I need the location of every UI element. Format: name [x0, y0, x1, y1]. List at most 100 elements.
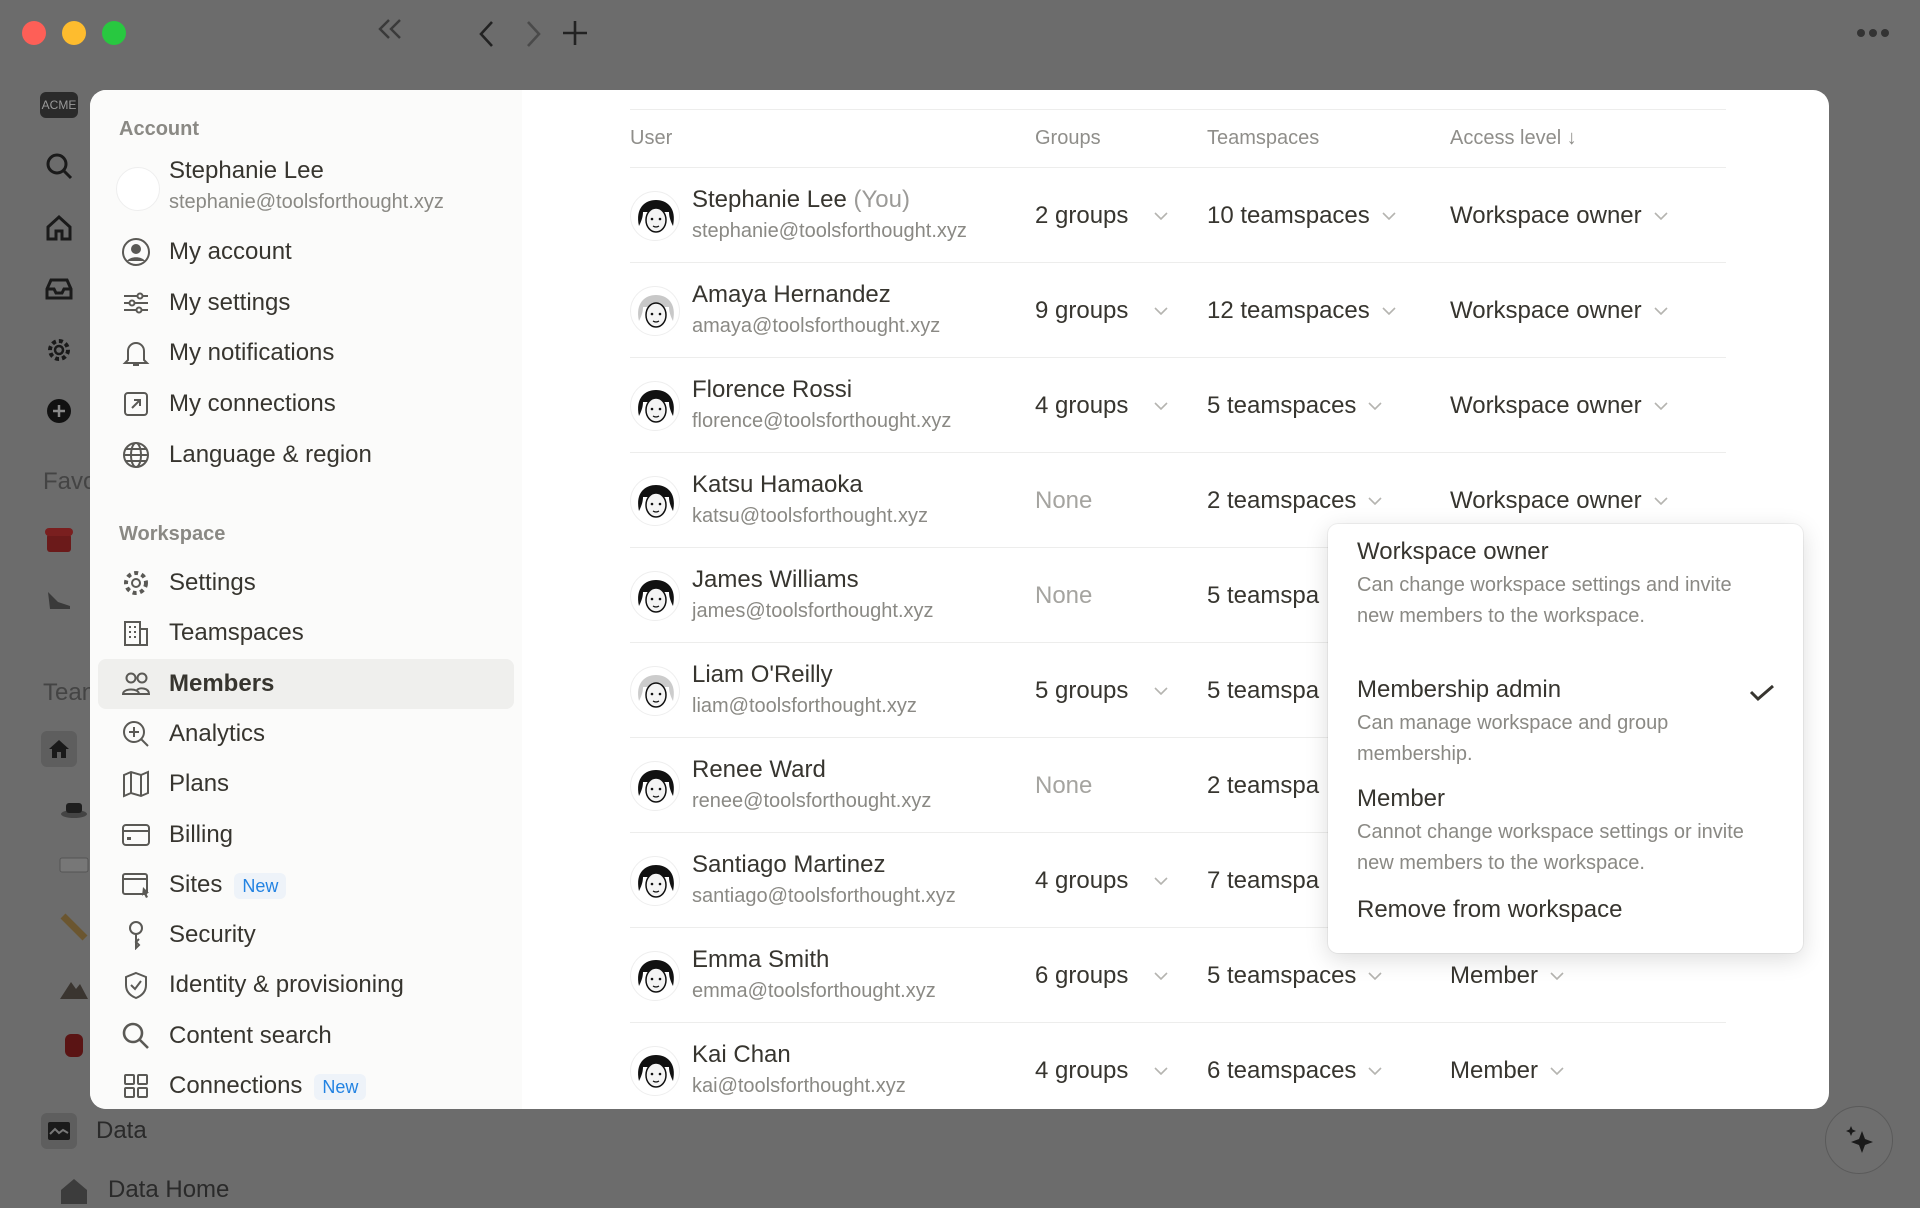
sidebar-item-label: My connections	[169, 390, 336, 418]
access-level-value: Member	[1450, 962, 1539, 989]
inbox-icon[interactable]	[41, 271, 77, 307]
access-level-dropdown-trigger[interactable]: Workspace owner	[1450, 392, 1668, 420]
teamspaces-value: 5 teamspa	[1207, 582, 1320, 609]
sidebar-item-my-settings[interactable]: My settings	[98, 278, 514, 329]
sidebar-item-members[interactable]: Members	[98, 658, 514, 709]
access-level-dropdown-trigger[interactable]: Member	[1450, 962, 1564, 990]
groups-dropdown[interactable]: 2 groups	[1035, 202, 1168, 230]
avatar	[630, 476, 680, 526]
name-text: Katsu Hamaoka	[692, 471, 863, 498]
chevron-down-icon	[1368, 402, 1382, 410]
groups-value: None	[1035, 582, 1093, 609]
collapse-sidebar-icon[interactable]	[376, 18, 404, 40]
teamspaces-dropdown[interactable]: 2 teamspa	[1207, 772, 1345, 800]
home-icon[interactable]	[41, 210, 77, 246]
user-circle-icon	[118, 234, 154, 270]
back-icon[interactable]	[478, 20, 496, 48]
member-email: stephanie@toolsforthought.xyz	[692, 220, 967, 242]
teamspaces-value: 5 teamspa	[1207, 677, 1320, 704]
member-email: florence@toolsforthought.xyz	[692, 410, 952, 432]
option-title: Membership admin	[1357, 676, 1562, 703]
sidebar-item-label: My account	[169, 238, 292, 266]
close-window-button[interactable]	[22, 21, 46, 45]
sliders-icon	[118, 285, 154, 321]
groups-dropdown[interactable]: 6 groups	[1035, 962, 1168, 990]
access-level-dropdown-trigger[interactable]: Workspace owner	[1450, 202, 1668, 230]
zoom-window-button[interactable]	[102, 21, 126, 45]
member-name: James Williams	[692, 566, 859, 594]
teamspaces-label: Tean	[43, 679, 96, 706]
teamspace-home-icon[interactable]	[41, 731, 77, 767]
name-text: Santiago Martinez	[692, 851, 886, 878]
member-email: amaya@toolsforthought.xyz	[692, 315, 941, 337]
teamspaces-dropdown[interactable]: 5 teamspaces	[1207, 962, 1382, 990]
sidebar-item-analytics[interactable]: Analytics	[98, 709, 514, 759]
sidebar-item-billing[interactable]: Billing	[98, 809, 514, 859]
option-workspace-owner[interactable]: Workspace owner Can change workspace set…	[1357, 538, 1757, 631]
sidebar-item-plans[interactable]: Plans	[98, 759, 514, 809]
access-level-value: Workspace owner	[1450, 487, 1642, 514]
groups-dropdown[interactable]: 5 groups	[1035, 677, 1168, 705]
sidebar-item-my-notifications[interactable]: My notifications	[98, 328, 514, 379]
sidebar-item-connections[interactable]: Connections New	[98, 1061, 514, 1109]
new-tab-icon[interactable]	[562, 20, 588, 46]
sidebar-item-settings[interactable]: Settings	[98, 558, 514, 608]
chevron-down-icon	[1368, 1067, 1382, 1075]
teamspaces-dropdown[interactable]: 5 teamspa	[1207, 677, 1345, 705]
mountain-icon[interactable]	[56, 971, 92, 1007]
groups-dropdown[interactable]: 4 groups	[1035, 867, 1168, 895]
sidebar-item-security[interactable]: Security	[98, 910, 514, 960]
groups-dropdown[interactable]: 4 groups	[1035, 1057, 1168, 1085]
more-options-icon[interactable]	[1856, 28, 1890, 38]
label-text: Connections	[169, 1072, 303, 1100]
access-level-dropdown-trigger[interactable]: Workspace owner	[1450, 487, 1668, 515]
avatar	[630, 856, 680, 906]
access-level-dropdown-trigger[interactable]: Member	[1450, 1057, 1564, 1085]
backpack-icon[interactable]	[56, 1026, 92, 1062]
sidebar-item-sites[interactable]: Sites New	[98, 860, 514, 910]
gear-icon[interactable]	[41, 332, 77, 368]
column-header-teamspaces[interactable]: Teamspaces	[1207, 127, 1319, 150]
column-header-access-level[interactable]: Access level ↓	[1450, 127, 1577, 150]
teamspaces-dropdown[interactable]: 2 teamspaces	[1207, 487, 1382, 515]
sidebar-item-content-search[interactable]: Content search	[98, 1011, 514, 1061]
teamspaces-dropdown[interactable]: 12 teamspaces	[1207, 297, 1396, 325]
coffee-icon[interactable]	[56, 791, 92, 827]
sidebar-item-language-region[interactable]: Language & region	[98, 429, 514, 480]
teamspaces-dropdown[interactable]: 10 teamspaces	[1207, 202, 1396, 230]
workspace-logo[interactable]: ACME	[40, 92, 78, 118]
telephone-icon[interactable]	[41, 522, 77, 558]
keyboard-icon[interactable]	[56, 846, 92, 882]
sidebar-item-my-account[interactable]: My account	[98, 227, 514, 278]
teamspaces-dropdown[interactable]: 5 teamspaces	[1207, 392, 1382, 420]
remove-from-workspace-button[interactable]: Remove from workspace	[1357, 896, 1757, 924]
label-text: My notifications	[169, 339, 335, 367]
sidebar-item-identity-provisioning[interactable]: Identity & provisioning	[98, 960, 514, 1010]
name-text: Stephanie Lee	[692, 186, 847, 213]
pencil-icon[interactable]	[56, 909, 92, 945]
teamspaces-dropdown[interactable]: 7 teamspa	[1207, 867, 1345, 895]
new-badge: New	[314, 1074, 367, 1101]
search-icon[interactable]	[41, 148, 77, 184]
ai-assistant-button[interactable]	[1825, 1106, 1893, 1174]
access-level-dropdown-trigger[interactable]: Workspace owner	[1450, 297, 1668, 325]
shoe-icon[interactable]	[41, 582, 77, 618]
data-label[interactable]: Data	[96, 1117, 147, 1145]
teamspaces-dropdown[interactable]: 5 teamspa	[1207, 582, 1345, 610]
column-header-user[interactable]: User	[630, 127, 672, 150]
label-text: My connections	[169, 390, 336, 418]
column-header-groups[interactable]: Groups	[1035, 127, 1101, 150]
sidebar-item-teamspaces[interactable]: Teamspaces	[98, 608, 514, 658]
teamspaces-dropdown[interactable]: 6 teamspaces	[1207, 1057, 1382, 1085]
data-home-icon[interactable]	[56, 1172, 92, 1208]
option-membership-admin[interactable]: Membership admin Can manage workspace an…	[1357, 676, 1757, 769]
name-text: Amaya Hernandez	[692, 281, 891, 308]
forward-icon[interactable]	[524, 20, 542, 48]
groups-dropdown[interactable]: 9 groups	[1035, 297, 1168, 325]
option-member[interactable]: Member Cannot change workspace settings …	[1357, 785, 1757, 878]
add-icon[interactable]	[41, 393, 77, 429]
sidebar-item-my-connections[interactable]: My connections	[98, 379, 514, 430]
data-icon[interactable]	[41, 1113, 77, 1149]
groups-dropdown[interactable]: 4 groups	[1035, 392, 1168, 420]
minimize-window-button[interactable]	[62, 21, 86, 45]
